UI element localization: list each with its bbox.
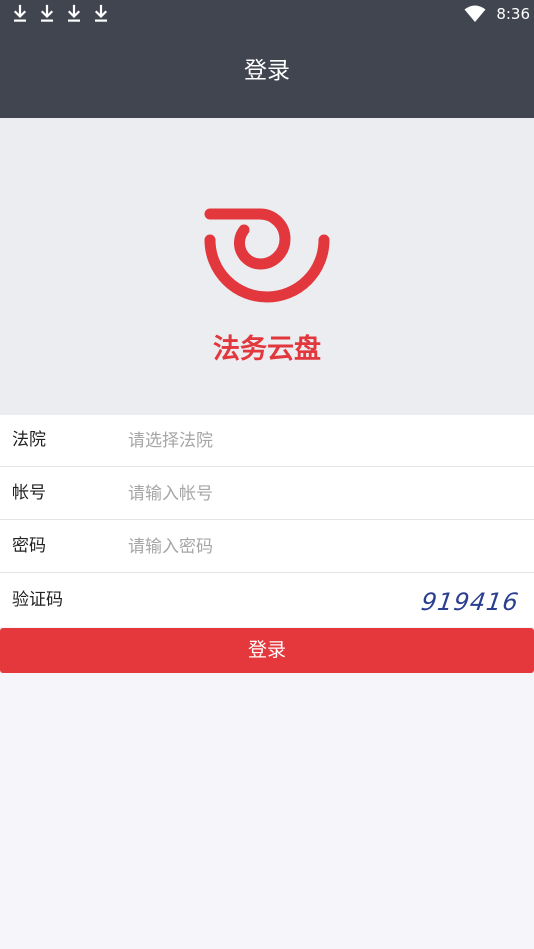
wifi-icon bbox=[464, 5, 486, 22]
download-icon bbox=[94, 4, 108, 22]
download-icon bbox=[13, 4, 27, 22]
download-icon bbox=[67, 4, 81, 22]
page-title: 登录 bbox=[244, 58, 290, 84]
login-button[interactable]: 登录 bbox=[0, 628, 534, 673]
account-label: 帐号 bbox=[12, 483, 46, 503]
password-label: 密码 bbox=[12, 536, 46, 556]
captcha-label: 验证码 bbox=[12, 590, 63, 610]
status-bar: 8:36 bbox=[0, 0, 534, 28]
status-time: 8:36 bbox=[496, 5, 530, 23]
password-row: 密码 bbox=[0, 521, 534, 573]
captcha-row: 验证码 919416 bbox=[0, 575, 534, 627]
court-select[interactable] bbox=[128, 423, 508, 459]
app-logo-icon bbox=[204, 208, 330, 303]
captcha-image[interactable]: 919416 bbox=[414, 583, 518, 621]
password-input[interactable] bbox=[128, 529, 508, 565]
account-row: 帐号 bbox=[0, 468, 534, 520]
divider bbox=[0, 519, 534, 520]
divider bbox=[0, 572, 534, 573]
app-name: 法务云盘 bbox=[213, 334, 321, 365]
app-bar: 登录 bbox=[0, 28, 534, 118]
hero-banner: 法务云盘 bbox=[0, 118, 534, 415]
download-icon bbox=[40, 4, 54, 22]
court-label: 法院 bbox=[12, 430, 46, 450]
divider bbox=[0, 466, 534, 467]
captcha-code: 919416 bbox=[419, 588, 518, 616]
court-row[interactable]: 法院 bbox=[0, 415, 534, 467]
login-form: 法院 帐号 密码 验证码 919416 bbox=[0, 415, 534, 627]
account-input[interactable] bbox=[128, 476, 508, 512]
